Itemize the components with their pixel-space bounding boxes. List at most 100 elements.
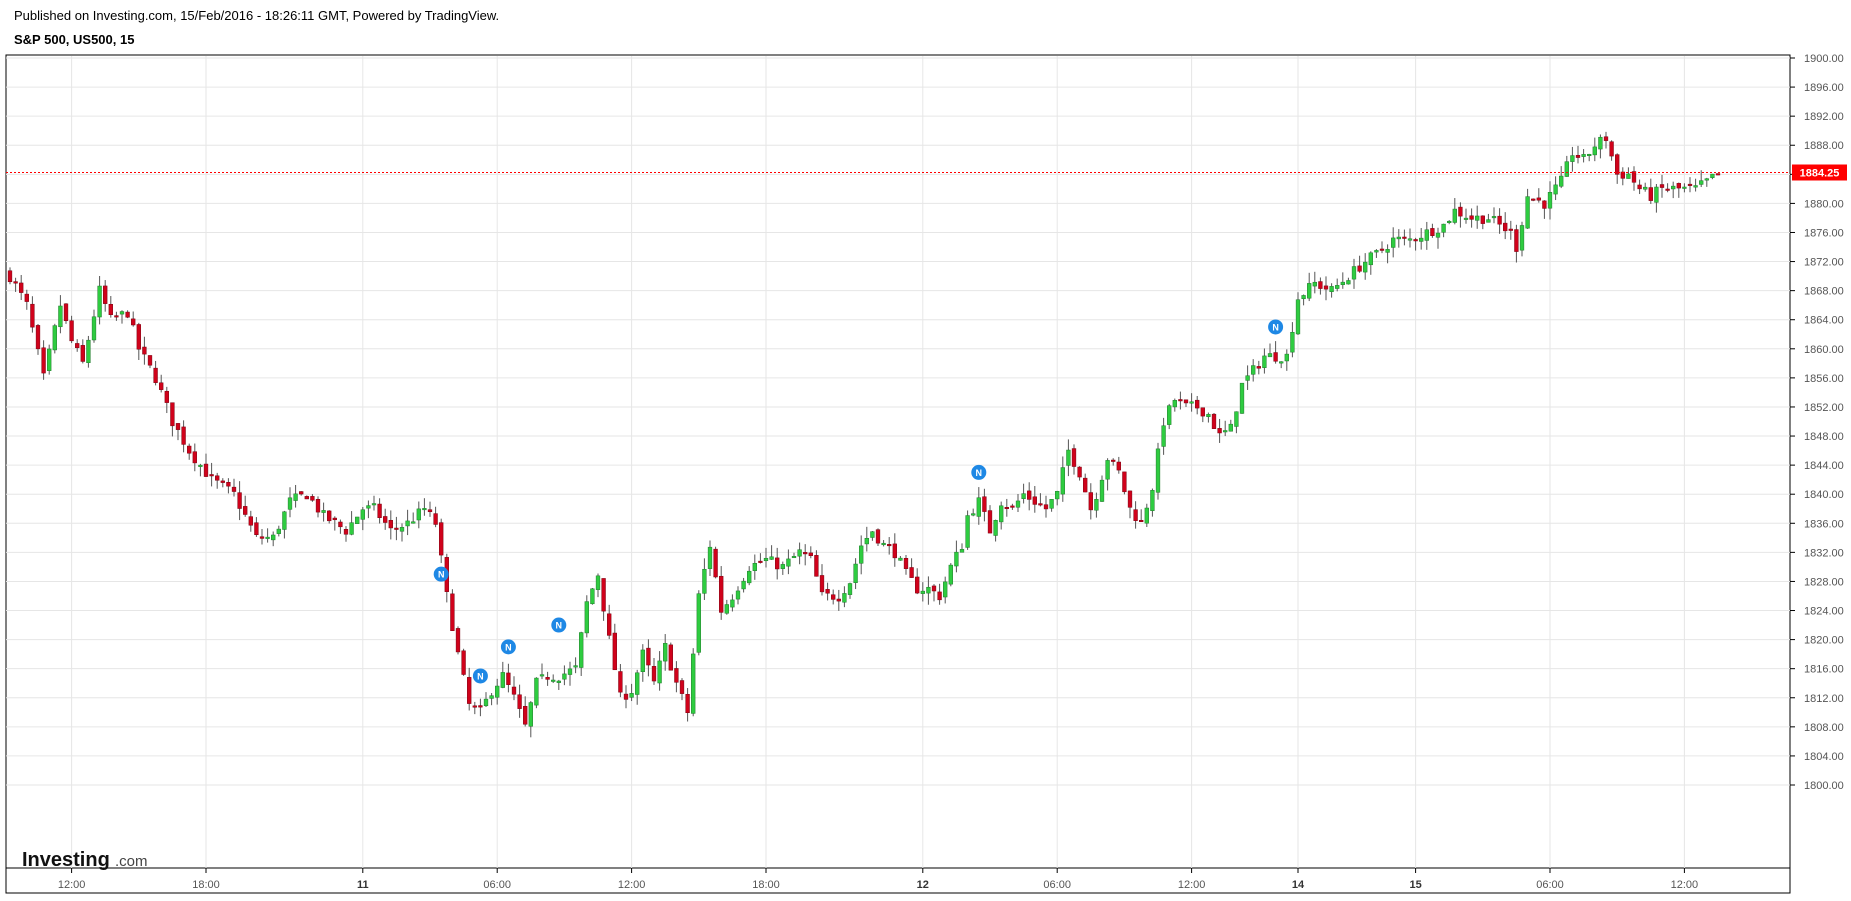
candle-down xyxy=(1430,228,1435,236)
candle-down xyxy=(69,320,74,342)
candle-down xyxy=(254,522,259,535)
price-tick-label: 1876.00 xyxy=(1804,227,1844,239)
candle-up xyxy=(1391,237,1396,248)
time-tick-label: 12:00 xyxy=(1178,879,1206,891)
candle-up xyxy=(999,505,1004,523)
candle-up xyxy=(1424,229,1429,241)
candle-down xyxy=(108,304,113,315)
time-tick-label: 18:00 xyxy=(752,879,780,891)
candle-down xyxy=(41,347,46,374)
time-tick-label: 06:00 xyxy=(483,879,511,891)
candle-up xyxy=(1598,136,1603,150)
candle-up xyxy=(1643,186,1648,190)
candle-down xyxy=(1038,503,1043,506)
candle-up xyxy=(769,556,774,560)
candle-up xyxy=(483,698,489,707)
candle-down xyxy=(1379,248,1385,251)
candle-up xyxy=(635,672,640,695)
candle-down xyxy=(758,560,763,563)
candle-up xyxy=(1441,223,1446,233)
candle-down xyxy=(332,517,337,521)
candle-down xyxy=(383,516,388,523)
candle-up xyxy=(870,531,875,538)
candle-up xyxy=(1066,449,1071,466)
candle-up xyxy=(119,311,125,315)
candle-up xyxy=(584,601,589,634)
candle-down xyxy=(181,426,186,445)
candle-up xyxy=(920,590,925,594)
candle-up xyxy=(859,545,864,564)
news-markers: N N N N N N xyxy=(433,319,1284,684)
candle-up xyxy=(702,568,707,594)
candle-up xyxy=(1396,236,1401,240)
candle-up xyxy=(842,593,847,603)
candle-down xyxy=(1659,184,1665,188)
candle-down xyxy=(1514,229,1519,252)
price-tick-label: 1836.00 xyxy=(1804,518,1844,530)
candle-up xyxy=(1351,266,1357,280)
candle-down xyxy=(517,694,522,709)
candle-down xyxy=(1027,490,1032,500)
candle-up xyxy=(780,564,785,569)
candle-up xyxy=(355,516,360,524)
news-marker-label: N xyxy=(438,570,445,580)
candle-up xyxy=(629,693,634,698)
price-tick-label: 1832.00 xyxy=(1804,547,1844,559)
candle-up xyxy=(1223,430,1228,433)
candlestick-chart[interactable]: 1900.001896.001892.001888.001884.001880.… xyxy=(0,0,1851,901)
candle-down xyxy=(668,644,673,671)
candle-up xyxy=(971,513,976,516)
candles-group xyxy=(7,131,1721,738)
candle-up xyxy=(1262,355,1267,368)
candle-up xyxy=(724,604,729,614)
grid-lines xyxy=(6,56,1790,868)
price-tick-label: 1888.00 xyxy=(1804,140,1844,152)
candle-down xyxy=(164,390,169,403)
candle-down xyxy=(1318,281,1323,289)
price-tick-label: 1828.00 xyxy=(1804,576,1844,588)
candle-up xyxy=(1267,353,1273,358)
candle-down xyxy=(1542,200,1547,209)
candle-down xyxy=(1043,504,1049,510)
candle-down xyxy=(685,694,690,714)
candle-down xyxy=(1458,206,1463,217)
candle-down xyxy=(1323,285,1329,290)
candle-up xyxy=(1161,425,1166,447)
candle-down xyxy=(1648,187,1653,201)
candle-up xyxy=(864,537,869,545)
candle-up xyxy=(539,674,545,677)
candle-up xyxy=(1704,178,1709,181)
candle-up xyxy=(360,509,365,520)
candle-down xyxy=(220,480,225,483)
investing-logo: Investing .com xyxy=(22,849,148,871)
candle-down xyxy=(1497,215,1502,225)
price-tick-label: 1900.00 xyxy=(1804,53,1844,65)
candle-up xyxy=(735,590,741,600)
time-tick-label: 11 xyxy=(357,879,369,891)
candle-down xyxy=(1211,413,1217,429)
candle-down xyxy=(338,521,343,528)
candle-up xyxy=(422,508,427,511)
candle-up xyxy=(1245,375,1250,381)
candle-down xyxy=(1077,466,1082,478)
price-tick-label: 1848.00 xyxy=(1804,431,1844,443)
candle-down xyxy=(327,510,332,522)
candle-down xyxy=(713,548,718,578)
candle-up xyxy=(1547,192,1553,209)
candle-up xyxy=(663,643,668,662)
candle-up xyxy=(1654,186,1659,203)
candle-down xyxy=(248,516,253,526)
candle-up xyxy=(993,520,998,536)
candle-down xyxy=(1195,399,1200,409)
candle-down xyxy=(103,285,108,304)
logo-brand: Investing xyxy=(22,849,110,871)
candle-down xyxy=(299,491,304,495)
candle-up xyxy=(405,520,410,527)
news-marker-label: N xyxy=(1272,322,1279,332)
candle-up xyxy=(1385,249,1390,253)
price-tick-label: 1872.00 xyxy=(1804,257,1844,269)
candle-up xyxy=(97,285,102,318)
candle-down xyxy=(1631,171,1637,183)
time-tick-label: 15 xyxy=(1409,879,1421,891)
candle-down xyxy=(394,527,399,530)
